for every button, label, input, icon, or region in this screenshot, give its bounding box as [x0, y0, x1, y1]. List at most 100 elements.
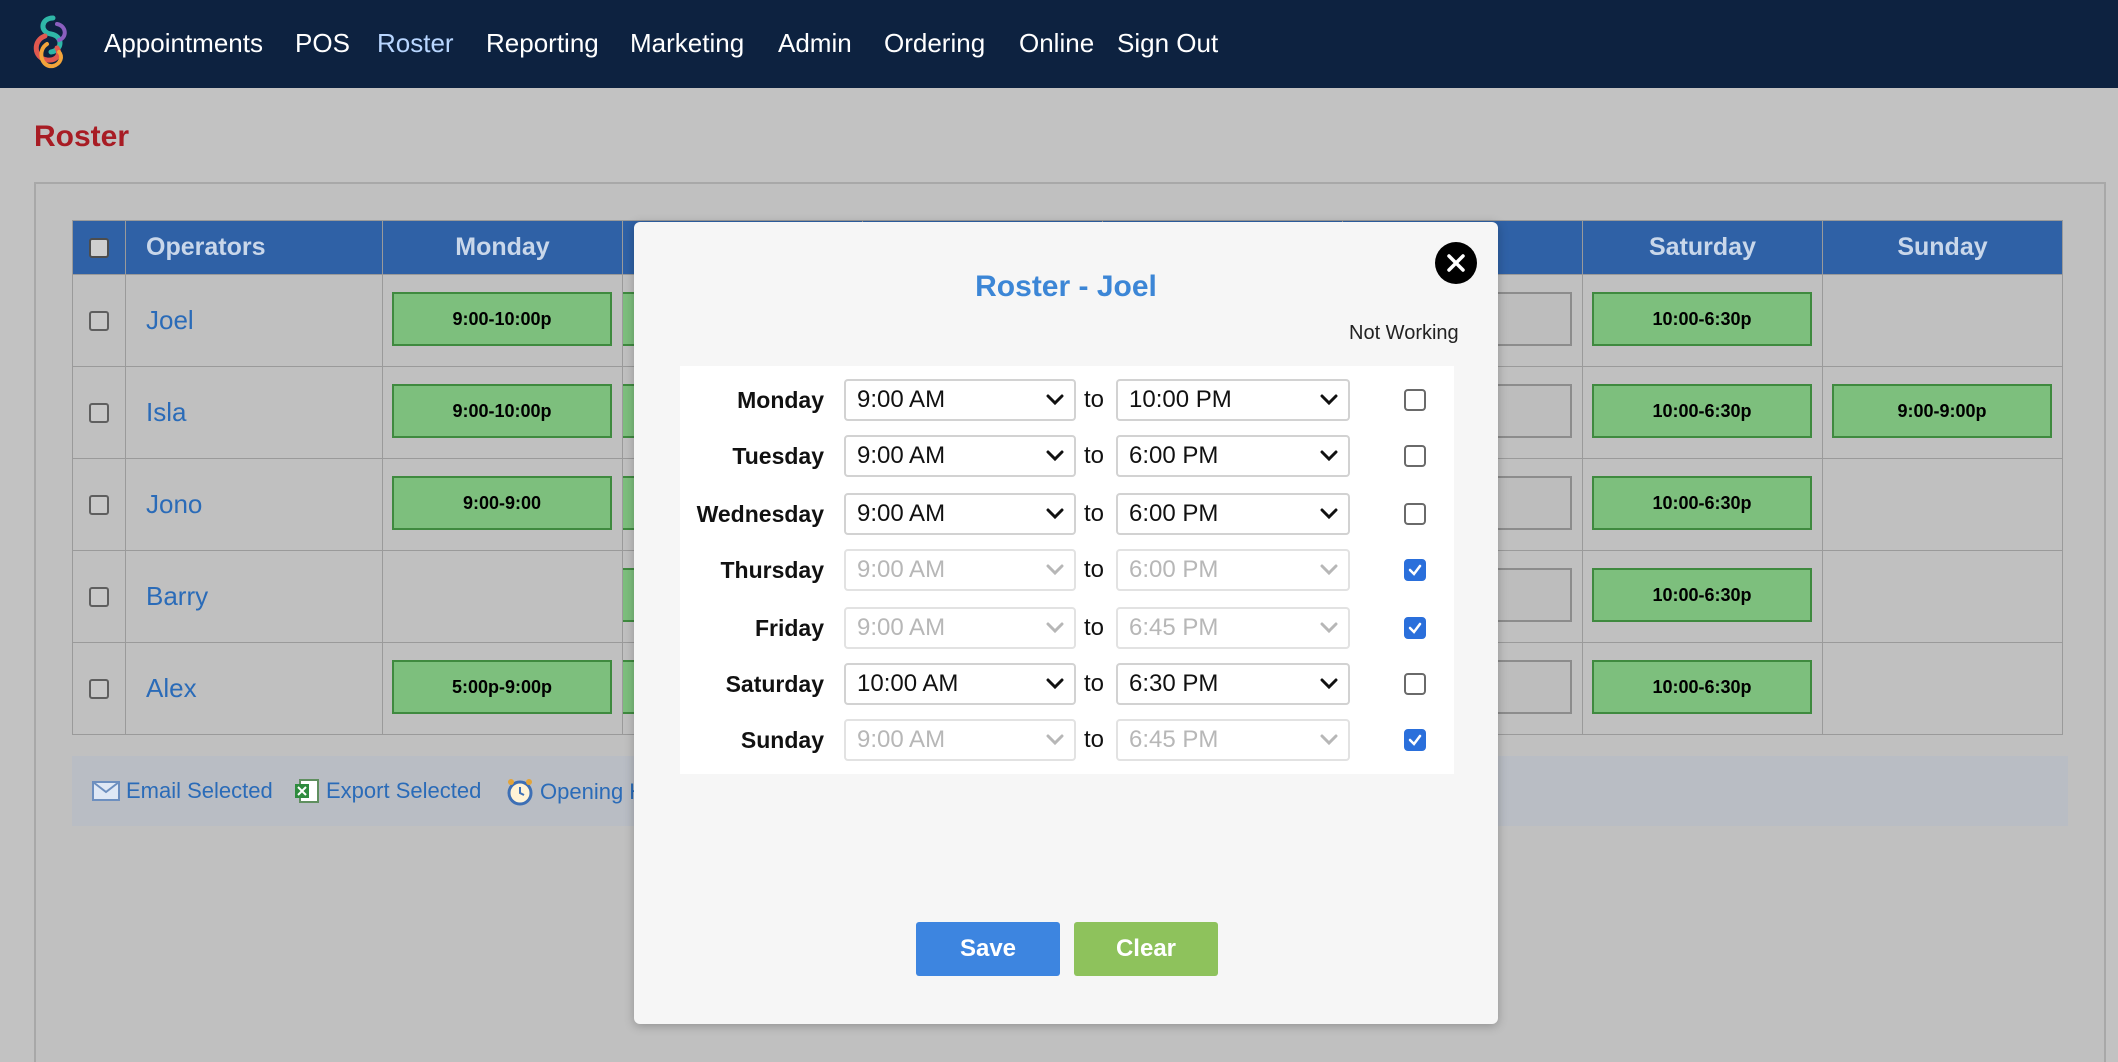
start-time-select[interactable]: 9:00 AM	[844, 493, 1076, 535]
saturday-cell: 10:00-6:30p	[1582, 550, 1823, 643]
start-time-select[interactable]: 9:00 AM	[844, 435, 1076, 477]
saturday-cell: 10:00-6:30p	[1582, 274, 1823, 367]
select-all-checkbox[interactable]	[89, 238, 109, 259]
brand-logo-icon[interactable]	[27, 14, 75, 72]
nav-reporting[interactable]: Reporting	[486, 26, 599, 60]
nav-pos[interactable]: POS	[295, 26, 350, 60]
shift-block[interactable]: 10:00-6:30p	[1592, 292, 1812, 346]
saturday-header: Saturday	[1582, 220, 1823, 275]
start-time-value: 9:00 AM	[857, 500, 946, 527]
sunday-cell	[1822, 274, 2063, 367]
start-time-select[interactable]: 9:00 AM	[844, 549, 1076, 591]
to-label: to	[1084, 726, 1105, 753]
chevron-down-icon	[1320, 450, 1338, 462]
row-checkbox[interactable]	[89, 678, 109, 699]
end-time-value: 6:45 PM	[1129, 726, 1219, 753]
start-time-value: 9:00 AM	[857, 556, 946, 583]
not-working-checkbox[interactable]	[1404, 617, 1426, 639]
start-time-select[interactable]: 10:00 AM	[844, 663, 1076, 705]
end-time-select[interactable]: 6:00 PM	[1116, 549, 1350, 591]
row-checkbox[interactable]	[89, 586, 109, 607]
start-time-select[interactable]: 9:00 AM	[844, 607, 1076, 649]
save-button[interactable]: Save	[916, 922, 1060, 976]
nav-online[interactable]: Online	[1019, 26, 1094, 60]
chevron-down-icon	[1320, 394, 1338, 406]
envelope-icon	[92, 781, 120, 801]
sunday-cell	[1822, 550, 2063, 643]
shift-block[interactable]: 10:00-6:30p	[1592, 476, 1812, 530]
checkmark-icon	[1408, 564, 1422, 576]
shift-block[interactable]: 10:00-6:30p	[1592, 568, 1812, 622]
operator-name[interactable]: Isla	[125, 366, 383, 459]
chevron-down-icon	[1320, 564, 1338, 576]
excel-icon	[295, 779, 319, 803]
export-selected-label: Export Selected	[326, 778, 482, 803]
end-time-select[interactable]: 6:45 PM	[1116, 719, 1350, 761]
end-time-value: 10:00 PM	[1129, 386, 1232, 413]
monday-cell	[382, 550, 623, 643]
chevron-down-icon	[1046, 508, 1064, 520]
nav-marketing[interactable]: Marketing	[630, 26, 744, 60]
not-working-checkbox[interactable]	[1404, 729, 1426, 751]
end-time-select[interactable]: 6:45 PM	[1116, 607, 1350, 649]
shift-block[interactable]: 10:00-6:30p	[1592, 660, 1812, 714]
monday-cell: 9:00-9:00	[382, 458, 623, 551]
not-working-column-label: Not Working	[1349, 322, 1459, 344]
opening-hours-link[interactable]: Opening H	[506, 778, 645, 806]
sunday-cell	[1822, 642, 2063, 735]
shift-block[interactable]: 5:00p-9:00p	[392, 660, 612, 714]
operator-name[interactable]: Alex	[125, 642, 383, 735]
checkmark-icon	[1408, 734, 1422, 746]
row-select-cell	[72, 366, 126, 459]
shift-block[interactable]: 10:00-6:30p	[1592, 384, 1812, 438]
monday-cell: 9:00-10:00p	[382, 274, 623, 367]
operator-name[interactable]: Joel	[125, 274, 383, 367]
clear-button[interactable]: Clear	[1074, 922, 1218, 976]
end-time-select[interactable]: 6:30 PM	[1116, 663, 1350, 705]
row-select-cell	[72, 642, 126, 735]
monday-header: Monday	[382, 220, 623, 275]
chevron-down-icon	[1320, 622, 1338, 634]
monday-cell: 5:00p-9:00p	[382, 642, 623, 735]
shift-block[interactable]: 9:00-9:00p	[1832, 384, 2052, 438]
modal-title: Roster - Joel	[975, 270, 1157, 303]
end-time-select[interactable]: 6:00 PM	[1116, 435, 1350, 477]
shift-block[interactable]: 9:00-9:00	[392, 476, 612, 530]
start-time-select[interactable]: 9:00 AM	[844, 719, 1076, 761]
not-working-checkbox[interactable]	[1404, 389, 1426, 411]
shift-block[interactable]: 9:00-10:00p	[392, 292, 612, 346]
row-select-cell	[72, 458, 126, 551]
row-checkbox[interactable]	[89, 402, 109, 423]
nav-roster[interactable]: Roster	[377, 26, 454, 60]
row-checkbox[interactable]	[89, 310, 109, 331]
operator-name[interactable]: Barry	[125, 550, 383, 643]
not-working-checkbox[interactable]	[1404, 445, 1426, 467]
end-time-select[interactable]: 6:00 PM	[1116, 493, 1350, 535]
end-time-select[interactable]: 10:00 PM	[1116, 379, 1350, 421]
row-checkbox[interactable]	[89, 494, 109, 515]
nav-admin[interactable]: Admin	[778, 26, 852, 60]
opening-hours-label: Opening H	[540, 779, 646, 804]
row-select-cell	[72, 274, 126, 367]
nav-appointments[interactable]: Appointments	[104, 26, 263, 60]
email-selected-link[interactable]: Email Selected	[92, 778, 273, 804]
top-nav: Appointments POS Roster Reporting Market…	[0, 0, 2118, 88]
end-time-value: 6:00 PM	[1129, 442, 1219, 469]
day-row: Sunday 9:00 AM to 6:45 PM	[680, 706, 1454, 774]
not-working-checkbox[interactable]	[1404, 559, 1426, 581]
not-working-checkbox[interactable]	[1404, 673, 1426, 695]
start-time-value: 9:00 AM	[857, 614, 946, 641]
checkmark-icon	[1408, 622, 1422, 634]
nav-ordering[interactable]: Ordering	[884, 26, 985, 60]
day-label: Sunday	[740, 727, 824, 753]
start-time-select[interactable]: 9:00 AM	[844, 379, 1076, 421]
shift-block[interactable]: 9:00-10:00p	[392, 384, 612, 438]
not-working-checkbox[interactable]	[1404, 503, 1426, 525]
email-selected-label: Email Selected	[126, 778, 273, 803]
operator-name[interactable]: Jono	[125, 458, 383, 551]
chevron-down-icon	[1320, 734, 1338, 746]
export-selected-link[interactable]: Export Selected	[294, 778, 481, 804]
nav-sign-out[interactable]: Sign Out	[1117, 26, 1218, 60]
alarm-clock-icon	[507, 779, 533, 806]
start-time-value: 9:00 AM	[857, 386, 946, 413]
